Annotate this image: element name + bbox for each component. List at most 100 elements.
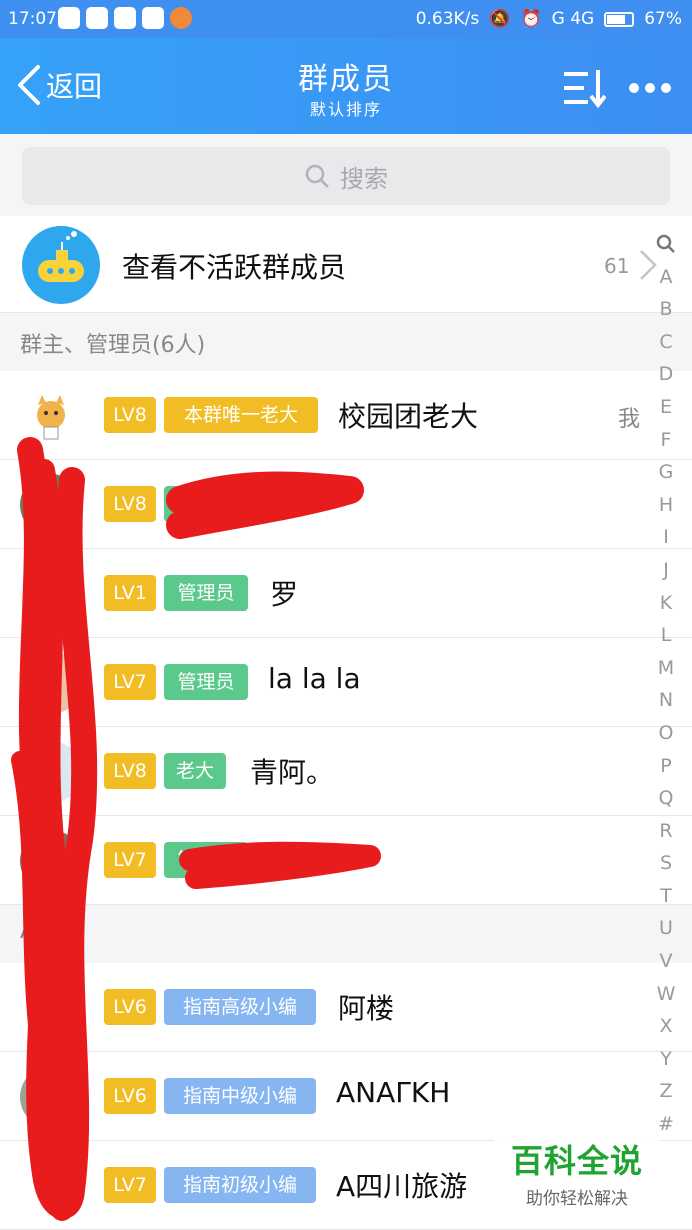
weibo-icon <box>114 7 136 29</box>
member-name: 阿楼 <box>338 992 395 1025</box>
member-name: A四川旅游 <box>336 1170 468 1203</box>
network-speed: 0.63K/s <box>415 9 480 29</box>
index-letter[interactable]: Z <box>652 1075 680 1108</box>
level-badge: LV7 <box>104 664 156 700</box>
index-letter[interactable]: W <box>652 978 680 1011</box>
index-letter[interactable]: Y <box>652 1043 680 1076</box>
submarine-icon <box>22 226 100 304</box>
more-icon[interactable] <box>628 82 672 94</box>
mute-icon: 🔕 <box>489 9 511 29</box>
alphabet-index[interactable]: A B C D E F G H I J K L M N O P Q R S T U V W X Y Z # <box>652 228 680 1135</box>
network-type: G 4G <box>551 9 595 29</box>
index-letter[interactable]: V <box>652 945 680 978</box>
search-placeholder: 搜索 <box>340 164 388 193</box>
member-row[interactable]: LV8 老大 青阿。 <box>0 727 692 816</box>
member-name: 罗 <box>270 578 299 611</box>
inactive-members-label: 查看不活跃群成员 <box>122 251 347 284</box>
index-letter[interactable]: S <box>652 847 680 880</box>
watermark-subtitle: 助你轻松解决 <box>526 1189 628 1209</box>
index-letter[interactable]: C <box>652 326 680 359</box>
index-letter[interactable]: P <box>652 750 680 783</box>
avatar <box>20 977 82 1039</box>
index-letter[interactable]: T <box>652 880 680 913</box>
role-badge: 老大 <box>164 753 226 789</box>
index-letter[interactable]: A <box>652 261 680 294</box>
index-letter[interactable]: G <box>652 456 680 489</box>
index-letter[interactable]: U <box>652 912 680 945</box>
avatar <box>20 830 82 892</box>
status-right: 0.63K/s 🔕 ⏰ G 4G 67% <box>416 9 682 29</box>
member-name: 校园团老大 <box>338 400 479 433</box>
index-letter[interactable]: R <box>652 815 680 848</box>
member-row[interactable]: LV6 指南高级小编 阿楼 <box>0 963 692 1052</box>
avatar <box>20 1066 82 1128</box>
app-icon <box>170 7 192 29</box>
member-row[interactable]: LV8 管理员 <box>0 460 692 549</box>
level-badge: LV7 <box>104 1167 156 1203</box>
search-area: 搜索 <box>0 134 692 216</box>
notification-icons <box>58 7 192 29</box>
member-row[interactable]: LV7 管理员 la la la <box>0 638 692 727</box>
level-badge: LV8 <box>104 397 156 433</box>
member-row[interactable]: LV6 指南中级小编 ANAΓKH <box>0 1052 692 1141</box>
index-letter[interactable]: M <box>652 652 680 685</box>
avatar <box>20 385 82 447</box>
photo-icon <box>142 7 164 29</box>
avatar <box>20 652 82 714</box>
role-badge: 指南高级小编 <box>164 989 316 1025</box>
role-badge: 管理员 <box>164 575 248 611</box>
role-badge: 管理员 <box>164 486 248 522</box>
qq-browser-icon <box>58 7 80 29</box>
role-badge: 管理员 <box>164 842 248 878</box>
sort-icon[interactable] <box>562 68 606 108</box>
index-letter[interactable]: J <box>652 554 680 587</box>
watermark-title: 百科全说 <box>510 1142 643 1180</box>
index-letter[interactable]: E <box>652 391 680 424</box>
index-letter[interactable]: B <box>652 293 680 326</box>
member-row[interactable]: LV8 本群唯一老大 校园团老大 我 <box>0 371 692 460</box>
me-label: 我 <box>618 407 641 432</box>
status-time: 17:07 <box>8 9 57 29</box>
member-row[interactable]: LV1 管理员 罗 <box>0 549 692 638</box>
role-badge: 指南中级小编 <box>164 1078 316 1114</box>
watermark: 百科全说 助你轻松解决 <box>494 1130 660 1210</box>
member-name: 青阿。 <box>250 756 335 789</box>
inactive-members-entry[interactable]: 查看不活跃群成员 61 <box>0 216 692 313</box>
alarm-icon: ⏰ <box>520 9 542 29</box>
level-badge: LV6 <box>104 989 156 1025</box>
member-name: la la la <box>268 662 361 695</box>
index-letter[interactable]: H <box>652 489 680 522</box>
index-letter[interactable]: Q <box>652 782 680 815</box>
level-badge: LV6 <box>104 1078 156 1114</box>
avatar <box>20 563 82 625</box>
battery-icon <box>604 11 635 27</box>
status-bar: 17:07 0.63K/s 🔕 ⏰ G 4G 67% <box>0 0 692 38</box>
index-letter[interactable]: F <box>652 424 680 457</box>
level-badge: LV8 <box>104 753 156 789</box>
avatar <box>20 1155 82 1217</box>
index-letter[interactable]: D <box>652 358 680 391</box>
member-name: ANAΓKH <box>336 1076 451 1109</box>
index-letter[interactable]: X <box>652 1010 680 1043</box>
level-badge: LV7 <box>104 842 156 878</box>
index-letter[interactable]: N <box>652 684 680 717</box>
index-search-icon[interactable] <box>652 228 680 261</box>
role-badge: 指南初级小编 <box>164 1167 316 1203</box>
index-letter[interactable]: I <box>652 521 680 554</box>
member-row[interactable]: LV7 管理员 <box>0 816 692 905</box>
index-letter[interactable]: O <box>652 717 680 750</box>
section-header-admins: 群主、管理员(6人) <box>0 313 692 371</box>
search-input[interactable]: 搜索 <box>22 147 670 205</box>
index-letter[interactable]: L <box>652 619 680 652</box>
role-badge: 管理员 <box>164 664 248 700</box>
inactive-members-count: 61 <box>604 254 630 278</box>
level-badge: LV1 <box>104 575 156 611</box>
wechat-icon <box>86 7 108 29</box>
role-badge: 本群唯一老大 <box>164 397 318 433</box>
section-header-a: A <box>0 905 692 963</box>
nav-bar: 返回 群成员 默认排序 <box>0 38 692 134</box>
avatar <box>20 474 82 536</box>
search-icon <box>305 164 329 188</box>
index-letter[interactable]: K <box>652 587 680 620</box>
battery-percent: 67% <box>644 9 682 29</box>
